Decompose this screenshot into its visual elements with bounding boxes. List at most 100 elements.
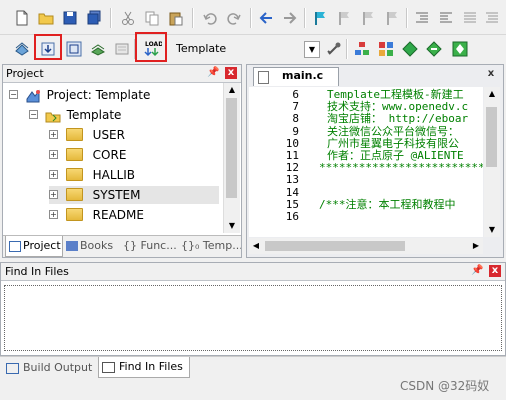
- project-tabs: Project Books {} Func... {}₀ Temp...: [3, 235, 241, 257]
- line-number: 9: [292, 124, 299, 138]
- project-tab-icon: [9, 240, 21, 252]
- pin-icon[interactable]: 📌: [471, 265, 483, 277]
- expand-icon[interactable]: +: [49, 130, 58, 139]
- scroll-down-icon[interactable]: ▼: [224, 219, 240, 233]
- tree-group-system[interactable]: + SYSTEM: [49, 186, 219, 204]
- tree-group-core[interactable]: + CORE: [49, 146, 126, 164]
- nav-forward-icon[interactable]: [280, 8, 300, 28]
- toolbar-row-2: LOAD Template ▼: [0, 35, 506, 63]
- manage-components-icon[interactable]: [352, 39, 372, 59]
- undo-icon[interactable]: [200, 8, 220, 28]
- tab-project[interactable]: Project: [5, 236, 63, 257]
- group-label: README: [92, 208, 144, 222]
- group-label: SYSTEM: [92, 188, 141, 202]
- scroll-thumb[interactable]: [226, 98, 237, 198]
- line-number: 7: [292, 100, 299, 114]
- tree-target[interactable]: − Template: [29, 106, 121, 124]
- comment-icon[interactable]: [460, 8, 480, 28]
- scroll-down-icon[interactable]: ▼: [484, 223, 500, 237]
- tab-find-in-files[interactable]: Find In Files: [98, 357, 190, 378]
- file-extensions-icon[interactable]: [376, 39, 396, 59]
- scroll-thumb[interactable]: [486, 107, 497, 167]
- rebuild-icon[interactable]: [64, 39, 84, 59]
- chevron-down-icon[interactable]: ▼: [304, 41, 320, 58]
- line-number: 14: [285, 185, 299, 199]
- tab-templates[interactable]: {}₀ Temp...: [181, 236, 241, 256]
- editor-vscrollbar[interactable]: ▲ ▼: [484, 87, 500, 237]
- line-number: 13: [285, 173, 299, 187]
- target-select[interactable]: Template ▼: [172, 39, 320, 59]
- close-icon[interactable]: x: [225, 67, 237, 79]
- rte-icon[interactable]: [450, 39, 470, 59]
- clear-bookmarks-icon[interactable]: [382, 8, 402, 28]
- project-icon: [25, 89, 41, 103]
- expand-icon[interactable]: +: [49, 210, 58, 219]
- unindent-icon[interactable]: [436, 8, 456, 28]
- open-folder-icon[interactable]: [36, 8, 56, 28]
- tab-functions[interactable]: {} Func...: [123, 236, 179, 256]
- code-area[interactable]: 6 Template工程模板-新建工 7 技术支持：www.openedv.c 8 淘宝店…: [249, 87, 483, 237]
- code-text: 作者：正点原子 @ALIENTE: [327, 149, 464, 162]
- tab-build-output[interactable]: Build Output: [4, 358, 96, 378]
- target-label: Template: [66, 108, 122, 122]
- editor-tab-label: main.c: [282, 69, 324, 82]
- indent-icon[interactable]: [412, 8, 432, 28]
- scroll-right-icon[interactable]: ▶: [469, 238, 483, 254]
- translate-icon[interactable]: [12, 39, 32, 59]
- code-text: *************************: [319, 161, 483, 175]
- find-panel-header: Find In Files 📌 x: [1, 263, 505, 281]
- folder-icon: [65, 188, 83, 201]
- project-vscrollbar[interactable]: ▲ ▼: [223, 83, 240, 233]
- toolbar-row-1: [0, 0, 506, 35]
- code-text: 关注微信公众平台微信号：: [327, 124, 459, 138]
- scroll-up-icon[interactable]: ▲: [224, 83, 240, 97]
- tree-group-hallib[interactable]: + HALLIB: [49, 166, 135, 184]
- collapse-icon[interactable]: −: [29, 110, 38, 119]
- cut-icon[interactable]: [118, 8, 138, 28]
- pin-icon[interactable]: 📌: [207, 67, 219, 79]
- find-results-area[interactable]: [4, 285, 502, 351]
- line-number: 16: [285, 210, 299, 223]
- pack-installer-icon[interactable]: [400, 39, 420, 59]
- stop-build-icon[interactable]: [112, 39, 132, 59]
- next-bookmark-icon[interactable]: [358, 8, 378, 28]
- expand-icon[interactable]: +: [49, 190, 58, 199]
- collapse-icon[interactable]: −: [9, 90, 18, 99]
- project-panel: Project 📌 x − Project: Template − Templa…: [2, 64, 242, 258]
- redo-icon[interactable]: [224, 8, 244, 28]
- group-label: USER: [92, 128, 125, 142]
- editor-tab[interactable]: main.c: [253, 67, 339, 86]
- expand-icon[interactable]: +: [49, 170, 58, 179]
- target-select-value: Template: [176, 42, 227, 55]
- select-software-packs-icon[interactable]: [424, 39, 444, 59]
- bookmark-flag-icon[interactable]: [310, 8, 330, 28]
- project-root-label: Project: Template: [46, 88, 151, 102]
- paste-icon[interactable]: [166, 8, 186, 28]
- folder-icon: [65, 128, 83, 141]
- tree-group-readme[interactable]: + README: [49, 206, 144, 224]
- bottom-tabbar: Build Output Find In Files: [0, 356, 506, 379]
- save-all-icon[interactable]: [84, 8, 104, 28]
- tab-books[interactable]: Books: [64, 236, 120, 256]
- code-text: /***注意：本工程和教程中: [319, 197, 456, 211]
- close-icon[interactable]: x: [489, 265, 501, 277]
- tree-root[interactable]: − Project: Template: [9, 86, 150, 104]
- editor-hscrollbar[interactable]: ◀ ▶: [249, 238, 483, 254]
- prev-bookmark-icon[interactable]: [334, 8, 354, 28]
- uncomment-icon[interactable]: [482, 8, 502, 28]
- expand-icon[interactable]: +: [49, 150, 58, 159]
- editor-close-icon[interactable]: x: [485, 68, 497, 80]
- line-number: 15: [285, 197, 299, 211]
- build-output-icon: [6, 362, 19, 374]
- scroll-left-icon[interactable]: ◀: [249, 238, 263, 254]
- batch-build-icon[interactable]: [88, 39, 108, 59]
- new-file-icon[interactable]: [12, 8, 32, 28]
- save-icon[interactable]: [60, 8, 80, 28]
- copy-icon[interactable]: [142, 8, 162, 28]
- scroll-up-icon[interactable]: ▲: [484, 87, 500, 101]
- target-options-icon[interactable]: [324, 39, 344, 59]
- line-number: 11: [285, 149, 299, 162]
- nav-back-icon[interactable]: [256, 8, 276, 28]
- hscroll-thumb[interactable]: [265, 241, 405, 251]
- tree-group-user[interactable]: + USER: [49, 126, 125, 144]
